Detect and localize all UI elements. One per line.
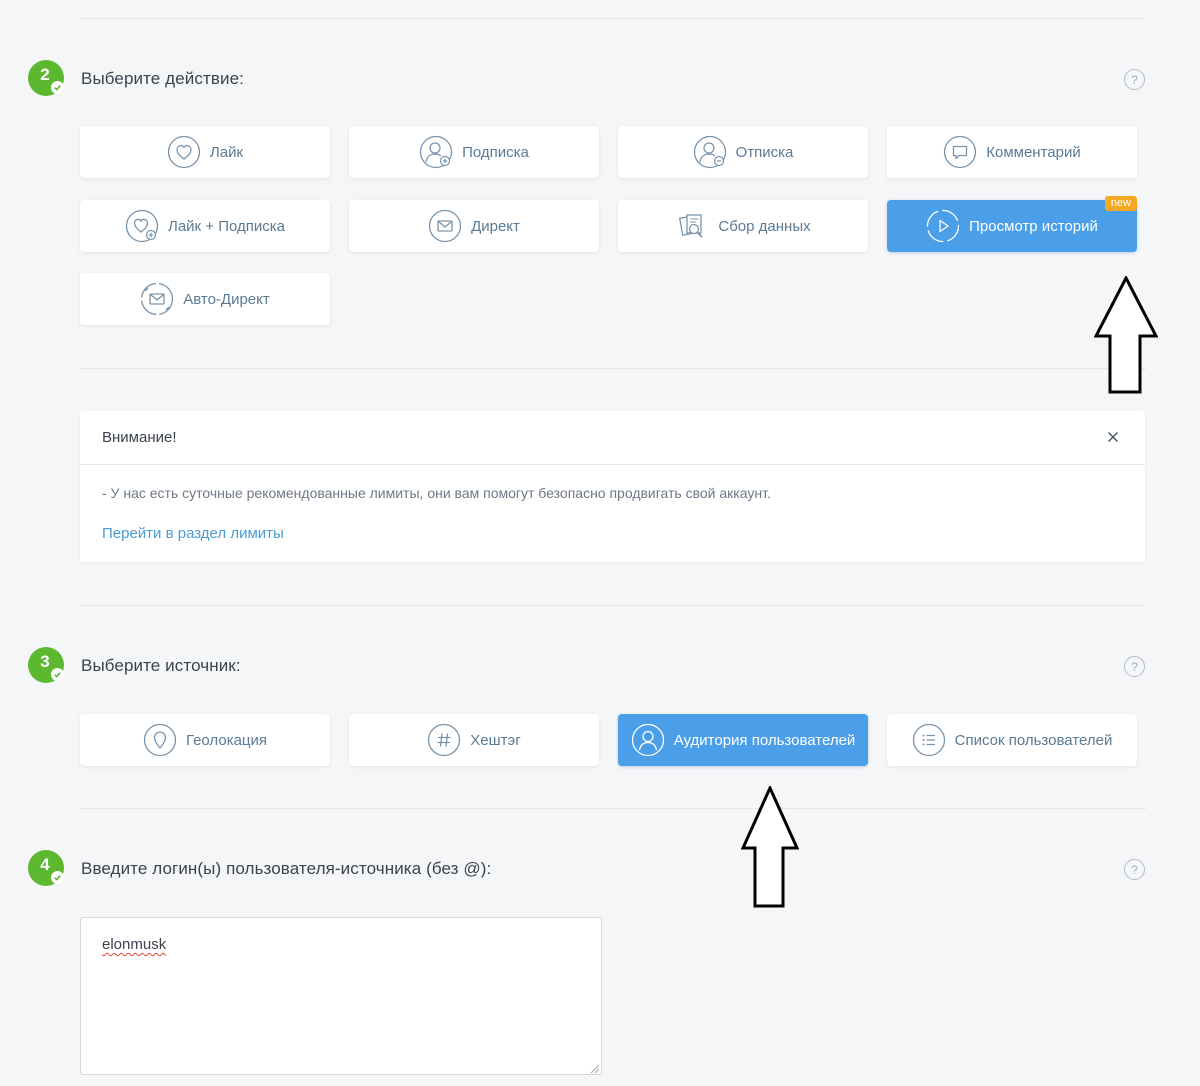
location-pin-icon bbox=[143, 723, 177, 757]
action-unfollow-button[interactable]: Отписка bbox=[618, 126, 868, 178]
close-icon[interactable] bbox=[1105, 429, 1121, 445]
heart-icon bbox=[167, 135, 201, 169]
source-hashtag-button[interactable]: Хештэг bbox=[349, 714, 599, 766]
annotation-arrow-up-icon bbox=[741, 786, 799, 908]
source-geolocation-button[interactable]: Геолокация bbox=[80, 714, 330, 766]
alert-text: - У нас есть суточные рекомендованные ли… bbox=[102, 485, 771, 501]
step-badge-2: 2 bbox=[28, 60, 64, 96]
action-comment-button[interactable]: Комментарий bbox=[887, 126, 1137, 178]
action-direct-button[interactable]: Директ bbox=[349, 200, 599, 252]
list-icon bbox=[912, 723, 946, 757]
action-auto-direct-button[interactable]: Авто-Директ bbox=[80, 273, 330, 325]
limits-link[interactable]: Перейти в раздел лимиты bbox=[102, 525, 284, 542]
annotation-arrow-up-icon bbox=[1094, 276, 1158, 394]
action-like-follow-button[interactable]: Лайк + Подписка bbox=[80, 200, 330, 252]
divider-2 bbox=[80, 368, 1146, 369]
step-badge-3: 3 bbox=[28, 647, 64, 683]
step3-title: Выберите источник: bbox=[81, 656, 241, 675]
auto-envelope-icon bbox=[140, 282, 174, 316]
help-icon[interactable]: ? bbox=[1124, 69, 1145, 90]
step4-title: Введите логин(ы) пользователя-источника … bbox=[81, 859, 492, 878]
action-follow-button[interactable]: Подписка bbox=[349, 126, 599, 178]
source-audience-button[interactable]: Аудитория пользователей bbox=[618, 714, 868, 766]
action-collect-data-button[interactable]: Сбор данных bbox=[618, 200, 868, 252]
alert-header: Внимание! bbox=[80, 411, 1145, 465]
user-plus-icon bbox=[419, 135, 453, 169]
step-badge-4: 4 bbox=[28, 850, 64, 886]
check-icon bbox=[51, 81, 64, 94]
alert-title: Внимание! bbox=[102, 429, 177, 446]
resize-handle-icon[interactable] bbox=[588, 1062, 600, 1074]
help-icon[interactable]: ? bbox=[1124, 656, 1145, 677]
comment-icon bbox=[943, 135, 977, 169]
hashtag-icon bbox=[427, 723, 461, 757]
envelope-icon bbox=[428, 209, 462, 243]
user-minus-icon bbox=[693, 135, 727, 169]
check-icon bbox=[51, 871, 64, 884]
divider-4 bbox=[80, 808, 1146, 809]
user-icon bbox=[631, 723, 665, 757]
action-like-button[interactable]: Лайк bbox=[80, 126, 330, 178]
play-icon bbox=[926, 209, 960, 243]
heart-plus-icon bbox=[125, 209, 159, 243]
help-icon[interactable]: ? bbox=[1124, 859, 1145, 880]
action-view-stories-button[interactable]: Просмотр историй new bbox=[887, 196, 1137, 252]
check-icon bbox=[51, 668, 64, 681]
source-user-list-button[interactable]: Список пользователей bbox=[887, 714, 1137, 766]
divider-3 bbox=[80, 605, 1146, 606]
data-collect-icon bbox=[675, 209, 709, 243]
divider-top bbox=[80, 18, 1146, 19]
step2-title: Выберите действие: bbox=[81, 69, 244, 88]
limits-alert: Внимание! - У нас есть суточные рекоменд… bbox=[80, 411, 1145, 562]
source-login-value: elonmusk bbox=[102, 936, 167, 953]
new-badge: new bbox=[1104, 196, 1137, 211]
